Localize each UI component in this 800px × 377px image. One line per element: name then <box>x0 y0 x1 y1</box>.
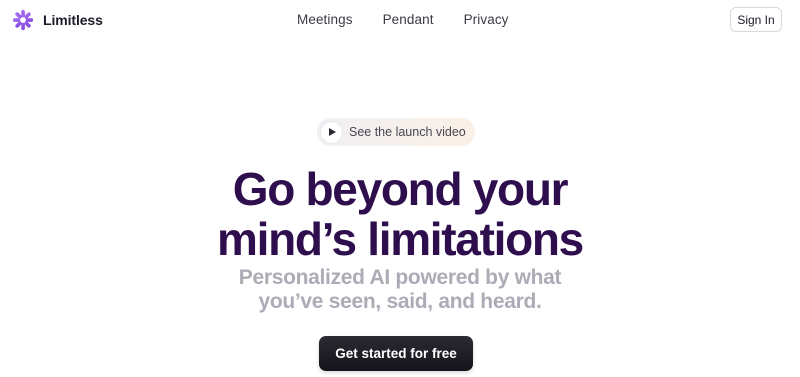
nav-link-pendant[interactable]: Pendant <box>383 12 434 28</box>
hero-subtitle-line-1: Personalized AI powered by what <box>238 266 562 289</box>
launch-video-label: See the launch video <box>349 125 466 139</box>
hero-title-line-2: mind’s limitations <box>217 213 584 265</box>
nav-link-privacy[interactable]: Privacy <box>464 12 509 28</box>
hero-title-line-1: Go beyond your <box>232 163 569 215</box>
hero-subtitle: Personalized AI powered by what you’ve s… <box>0 266 800 314</box>
landing-page: Limitless Meetings Pendant Privacy Sign … <box>0 0 800 377</box>
sign-in-button[interactable]: Sign In <box>730 7 782 32</box>
play-icon <box>321 121 342 143</box>
brand-logo-link[interactable]: Limitless <box>12 9 103 31</box>
limitless-logo-icon <box>12 9 34 31</box>
brand-name: Limitless <box>43 12 103 28</box>
hero-title: Go beyond your mind’s limitations <box>0 164 800 264</box>
site-header: Limitless Meetings Pendant Privacy Sign … <box>0 0 800 44</box>
main-nav: Meetings Pendant Privacy <box>297 12 509 28</box>
get-started-button[interactable]: Get started for free <box>319 336 473 371</box>
nav-link-meetings[interactable]: Meetings <box>297 12 353 28</box>
launch-video-button[interactable]: See the launch video <box>317 118 475 146</box>
hero-subtitle-line-2: you’ve seen, said, and heard. <box>258 290 542 313</box>
